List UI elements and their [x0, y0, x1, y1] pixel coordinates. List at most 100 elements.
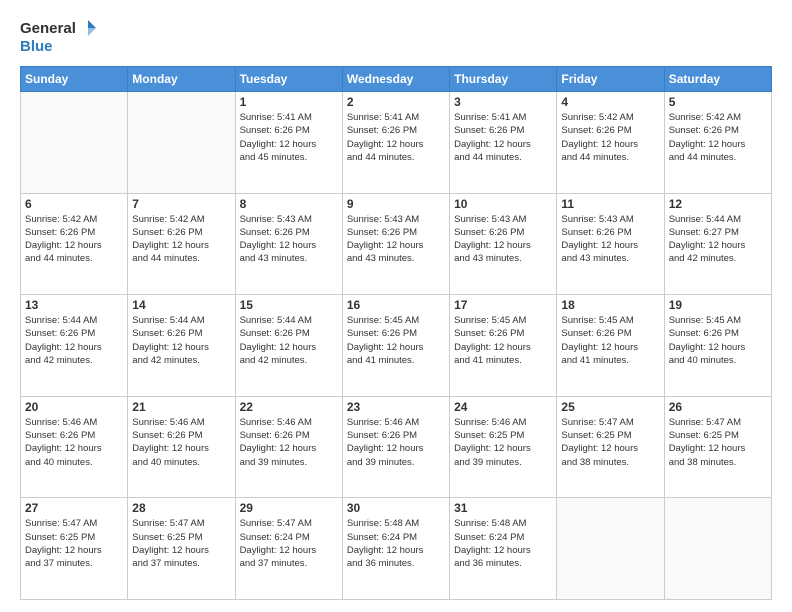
calendar-cell: 1Sunrise: 5:41 AM Sunset: 6:26 PM Daylig…	[235, 92, 342, 194]
calendar-header-wednesday: Wednesday	[342, 67, 449, 92]
calendar-cell: 18 Sunrise: 5:45 AM Sunset: 6:26 PM Dayli…	[557, 295, 664, 397]
calendar-cell: 20 Sunrise: 5:46 AM Sunset: 6:26 PM Dayli…	[21, 396, 128, 498]
day-info: Sunrise: 5:45 AM Sunset: 6:26 PM Dayligh…	[454, 314, 552, 367]
day-info: Sunrise: 5:44 AM Sunset: 6:26 PM Dayligh…	[132, 314, 230, 367]
day-info: Sunrise: 5:46 AM Sunset: 6:26 PM Dayligh…	[240, 416, 338, 469]
calendar-header-saturday: Saturday	[664, 67, 771, 92]
day-number: 8	[240, 197, 338, 211]
day-number: 21	[132, 400, 230, 414]
day-info: Sunrise: 5:44 AM Sunset: 6:27 PM Dayligh…	[669, 213, 767, 266]
day-number: 24	[454, 400, 552, 414]
day-number: 18	[561, 298, 659, 312]
calendar-header-thursday: Thursday	[450, 67, 557, 92]
day-number: 26	[669, 400, 767, 414]
calendar-week-row: 1 Sunrise: 5:41 AM Sunset: 6:26 PM Daylig…	[21, 92, 772, 194]
calendar-cell: 16 Sunrise: 5:45 AM Sunset: 6:26 PM Dayli…	[342, 295, 449, 397]
day-info: Sunrise: 5:46 AM Sunset: 6:26 PM Dayligh…	[347, 416, 445, 469]
calendar-header-friday: Friday	[557, 67, 664, 92]
header: General Blue	[20, 18, 772, 56]
day-info: Sunrise: 5:41 AM Sunset: 6:26 PM Dayligh…	[347, 111, 445, 164]
day-number: 28	[132, 501, 230, 515]
day-info: Sunrise: 5:45 AM Sunset: 6:26 PM Dayligh…	[347, 314, 445, 367]
calendar-cell: 31Sunrise: 5:48 AM Sunset: 6:24 PM Dayli…	[450, 498, 557, 600]
day-info: Sunrise: 5:43 AM Sunset: 6:26 PM Dayligh…	[454, 213, 552, 266]
logo: General Blue	[20, 18, 98, 56]
calendar: SundayMondayTuesdayWednesdayThursdayFrid…	[20, 66, 772, 600]
day-info: Sunrise: 5:44 AM Sunset: 6:26 PM Dayligh…	[25, 314, 123, 367]
calendar-cell: 14 Sunrise: 5:44 AM Sunset: 6:26 PM Dayli…	[128, 295, 235, 397]
calendar-header-tuesday: Tuesday	[235, 67, 342, 92]
calendar-cell: 30 Sunrise: 5:48 AM Sunset: 6:24 PM Dayli…	[342, 498, 449, 600]
calendar-week-row: 13 Sunrise: 5:44 AM Sunset: 6:26 PM Dayli…	[21, 295, 772, 397]
day-number: 1	[240, 95, 338, 109]
day-info: Sunrise: 5:47 AM Sunset: 6:25 PM Dayligh…	[25, 517, 123, 570]
calendar-cell: 28 Sunrise: 5:47 AM Sunset: 6:25 PM Dayli…	[128, 498, 235, 600]
day-number: 12	[669, 197, 767, 211]
day-number: 13	[25, 298, 123, 312]
calendar-cell: 22 Sunrise: 5:46 AM Sunset: 6:26 PM Dayli…	[235, 396, 342, 498]
calendar-cell: 29 Sunrise: 5:47 AM Sunset: 6:24 PM Dayli…	[235, 498, 342, 600]
day-info: Sunrise: 5:46 AM Sunset: 6:26 PM Dayligh…	[25, 416, 123, 469]
day-number: 20	[25, 400, 123, 414]
day-number: 3	[454, 95, 552, 109]
day-number: 11	[561, 197, 659, 211]
day-number: 16	[347, 298, 445, 312]
day-number: 9	[347, 197, 445, 211]
day-number: 4	[561, 95, 659, 109]
day-info: Sunrise: 5:47 AM Sunset: 6:25 PM Dayligh…	[132, 517, 230, 570]
calendar-cell: 25 Sunrise: 5:47 AM Sunset: 6:25 PM Dayli…	[557, 396, 664, 498]
calendar-cell: 2 Sunrise: 5:41 AM Sunset: 6:26 PM Daylig…	[342, 92, 449, 194]
calendar-cell: 10 Sunrise: 5:43 AM Sunset: 6:26 PM Dayli…	[450, 193, 557, 295]
calendar-cell	[664, 498, 771, 600]
logo-flag-icon	[78, 18, 98, 38]
calendar-cell: 17 Sunrise: 5:45 AM Sunset: 6:26 PM Dayli…	[450, 295, 557, 397]
day-number: 19	[669, 298, 767, 312]
day-info: Sunrise: 5:47 AM Sunset: 6:24 PM Dayligh…	[240, 517, 338, 570]
day-info: Sunrise: 5:43 AM Sunset: 6:26 PM Dayligh…	[561, 213, 659, 266]
day-number: 7	[132, 197, 230, 211]
calendar-cell: 11 Sunrise: 5:43 AM Sunset: 6:26 PM Dayli…	[557, 193, 664, 295]
day-info: Sunrise: 5:41 AM Sunset: 6:26 PM Dayligh…	[454, 111, 552, 164]
day-number: 2	[347, 95, 445, 109]
day-number: 17	[454, 298, 552, 312]
day-number: 30	[347, 501, 445, 515]
day-info: Sunrise: 5:46 AM Sunset: 6:26 PM Dayligh…	[132, 416, 230, 469]
calendar-cell: 26 Sunrise: 5:47 AM Sunset: 6:25 PM Dayli…	[664, 396, 771, 498]
day-info: Sunrise: 5:48 AM Sunset: 6:24 PM Dayligh…	[454, 517, 552, 570]
day-number: 14	[132, 298, 230, 312]
calendar-cell: 24 Sunrise: 5:46 AM Sunset: 6:25 PM Dayli…	[450, 396, 557, 498]
day-info: Sunrise: 5:47 AM Sunset: 6:25 PM Dayligh…	[669, 416, 767, 469]
calendar-cell	[21, 92, 128, 194]
calendar-cell: 12 Sunrise: 5:44 AM Sunset: 6:27 PM Dayli…	[664, 193, 771, 295]
calendar-week-row: 20 Sunrise: 5:46 AM Sunset: 6:26 PM Dayli…	[21, 396, 772, 498]
day-info: Sunrise: 5:42 AM Sunset: 6:26 PM Dayligh…	[669, 111, 767, 164]
day-info: Sunrise: 5:47 AM Sunset: 6:25 PM Dayligh…	[561, 416, 659, 469]
calendar-cell	[557, 498, 664, 600]
day-info: Sunrise: 5:44 AM Sunset: 6:26 PM Dayligh…	[240, 314, 338, 367]
day-number: 29	[240, 501, 338, 515]
day-number: 15	[240, 298, 338, 312]
day-number: 5	[669, 95, 767, 109]
calendar-cell: 9Sunrise: 5:43 AM Sunset: 6:26 PM Daylig…	[342, 193, 449, 295]
day-number: 25	[561, 400, 659, 414]
day-info: Sunrise: 5:43 AM Sunset: 6:26 PM Dayligh…	[240, 213, 338, 266]
calendar-cell: 5 Sunrise: 5:42 AM Sunset: 6:26 PM Daylig…	[664, 92, 771, 194]
logo-blue-text: Blue	[20, 38, 53, 55]
calendar-cell: 27Sunrise: 5:47 AM Sunset: 6:25 PM Dayli…	[21, 498, 128, 600]
calendar-header-sunday: Sunday	[21, 67, 128, 92]
day-info: Sunrise: 5:45 AM Sunset: 6:26 PM Dayligh…	[561, 314, 659, 367]
day-number: 10	[454, 197, 552, 211]
calendar-cell: 19 Sunrise: 5:45 AM Sunset: 6:26 PM Dayli…	[664, 295, 771, 397]
day-number: 23	[347, 400, 445, 414]
calendar-cell: 23 Sunrise: 5:46 AM Sunset: 6:26 PM Dayli…	[342, 396, 449, 498]
calendar-cell: 3 Sunrise: 5:41 AM Sunset: 6:26 PM Daylig…	[450, 92, 557, 194]
day-info: Sunrise: 5:42 AM Sunset: 6:26 PM Dayligh…	[25, 213, 123, 266]
calendar-cell: 8 Sunrise: 5:43 AM Sunset: 6:26 PM Daylig…	[235, 193, 342, 295]
day-info: Sunrise: 5:46 AM Sunset: 6:25 PM Dayligh…	[454, 416, 552, 469]
day-number: 22	[240, 400, 338, 414]
day-info: Sunrise: 5:45 AM Sunset: 6:26 PM Dayligh…	[669, 314, 767, 367]
day-info: Sunrise: 5:48 AM Sunset: 6:24 PM Dayligh…	[347, 517, 445, 570]
calendar-cell: 13 Sunrise: 5:44 AM Sunset: 6:26 PM Dayli…	[21, 295, 128, 397]
day-number: 6	[25, 197, 123, 211]
calendar-cell	[128, 92, 235, 194]
